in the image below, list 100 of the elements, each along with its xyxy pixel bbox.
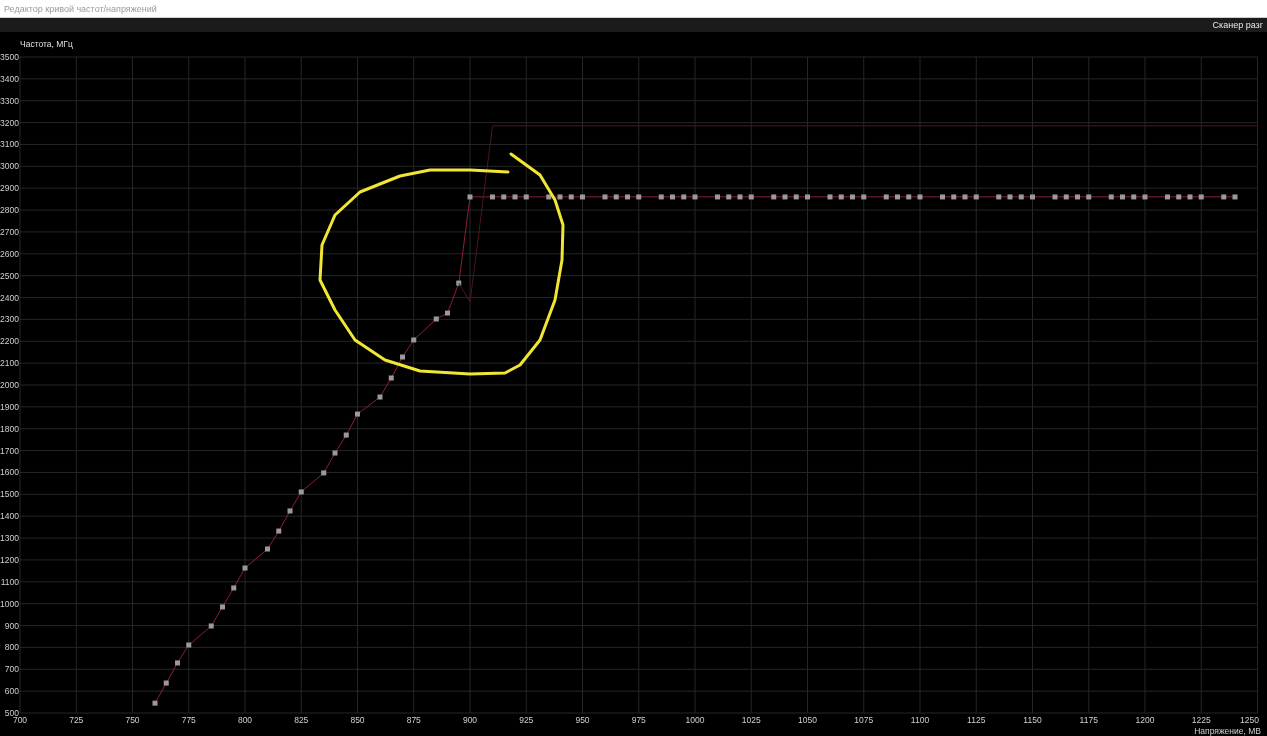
curve-point[interactable] [456,280,462,286]
curve-point[interactable] [1018,194,1024,200]
x-tick-label: 950 [575,715,590,725]
y-tick-label: 2200 [0,336,19,347]
y-tick-label: 1400 [0,511,19,522]
curve-point[interactable] [1187,194,1193,200]
curve-point[interactable] [658,194,664,200]
curve-point[interactable] [793,194,799,200]
curve-point[interactable] [343,432,349,438]
x-tick-label: 925 [519,715,534,725]
x-tick-label: 1125 [967,715,986,725]
curve-point[interactable] [1198,194,1204,200]
curve-point[interactable] [602,194,608,200]
x-tick-label: 775 [181,715,196,725]
curve-point[interactable] [1052,194,1058,200]
curve-point[interactable] [208,623,214,629]
y-tick-label: 800 [4,642,19,653]
scanner-button[interactable]: Сканер разг [1208,20,1267,30]
x-tick-label: 1150 [1023,715,1042,725]
x-tick-label: 1100 [910,715,930,725]
curve-point[interactable] [512,194,518,200]
y-tick-label: 2300 [0,314,19,325]
y-tick-label: 1700 [0,445,19,456]
curve-point[interactable] [782,194,788,200]
curve-point[interactable] [523,194,529,200]
curve-point[interactable] [242,565,248,571]
curve-point[interactable] [726,194,732,200]
curve-point[interactable] [962,194,968,200]
curve-point[interactable] [1086,194,1092,200]
curve-point[interactable] [1221,194,1227,200]
curve-point[interactable] [906,194,912,200]
curve-point[interactable] [996,194,1002,200]
curve-point[interactable] [827,194,833,200]
x-tick-label: 1050 [798,715,817,725]
curve-point[interactable] [152,700,158,706]
x-tick-label: 1175 [1079,715,1098,725]
y-tick-label: 3400 [0,73,19,84]
curve-point[interactable] [613,194,619,200]
x-tick-label: 1000 [685,715,705,725]
x-axis-title: Напряжение, МВ [1194,726,1261,736]
curve-point[interactable] [231,585,237,591]
curve-point[interactable] [557,194,563,200]
curve-point[interactable] [377,394,383,400]
y-tick-label: 1300 [0,533,19,544]
curve-point[interactable] [838,194,844,200]
curve-point[interactable] [1142,194,1148,200]
y-tick-label: 3100 [0,139,19,150]
curve-point[interactable] [568,194,574,200]
curve-point[interactable] [276,528,282,534]
x-tick-label: 750 [125,715,140,725]
curve-point[interactable] [681,194,687,200]
x-tick-label: 850 [350,715,365,725]
curve-point[interactable] [501,194,507,200]
curve-point[interactable] [321,470,327,476]
curve-point[interactable] [1176,194,1182,200]
curve-point[interactable] [861,194,867,200]
x-tick-label: 900 [462,715,478,725]
curve-point[interactable] [388,375,394,381]
curve-point[interactable] [332,450,338,456]
curve-point[interactable] [1007,194,1013,200]
x-tick-label: 975 [631,715,646,725]
y-axis-title: Частота, МГц [20,39,73,49]
curve-point[interactable] [636,194,642,200]
x-tick-label: 1025 [741,715,761,725]
x-tick-label: 1200 [1135,715,1155,725]
y-tick-label: 1000 [0,598,19,609]
curve-point[interactable] [298,489,304,495]
curve-point[interactable] [1108,194,1114,200]
y-tick-label: 2800 [0,205,19,216]
curve-point[interactable] [1131,194,1137,200]
curve-point[interactable] [433,316,439,322]
curve-point[interactable] [748,194,754,200]
window-title: Редактор кривой частот/напряжений [4,3,157,14]
y-tick-label: 1200 [0,554,19,565]
curve-point[interactable] [411,337,417,343]
curve-point[interactable] [917,194,923,200]
y-tick-label: 2100 [0,358,19,369]
curve-point[interactable] [973,194,979,200]
y-tick-label: 2700 [0,226,19,237]
y-tick-label: 500 [4,708,19,718]
curve-point[interactable] [1063,194,1069,200]
curve-point[interactable] [287,508,293,514]
curve-point[interactable] [546,194,552,200]
y-tick-label: 3500 [0,52,19,62]
x-tick-label: 875 [406,715,421,725]
y-tick-label: 1800 [0,423,19,434]
curve-point[interactable] [883,194,889,200]
curve-point[interactable] [951,194,957,200]
curve-point[interactable] [692,194,698,200]
curve-point[interactable] [467,194,473,200]
x-tick-label: 1225 [1191,715,1211,725]
y-tick-label: 900 [4,620,19,631]
x-tick-label: 800 [237,715,253,725]
curve-point[interactable] [1232,194,1238,200]
x-tick-label: 1075 [854,715,874,725]
curve-point[interactable] [186,642,192,648]
curve-point[interactable] [163,680,169,686]
curve-point[interactable] [737,194,743,200]
curve-point[interactable] [771,194,777,200]
y-tick-label: 600 [4,686,19,697]
